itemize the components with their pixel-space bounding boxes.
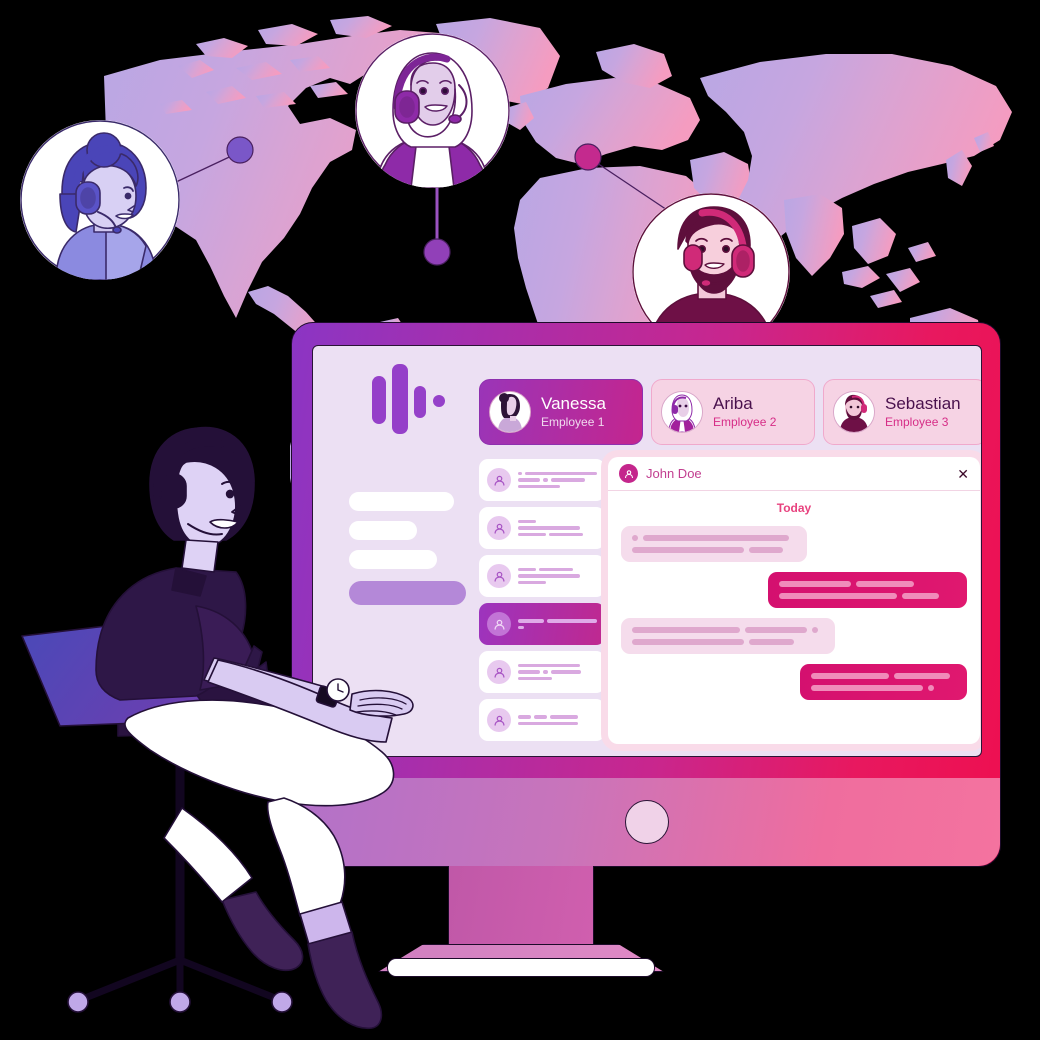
pin-asia[interactable] [574,143,602,171]
woman-hijab-avatar [661,391,703,433]
employee-name: Ariba [713,394,753,413]
agent-avatar-center[interactable] [355,33,510,188]
agent-avatar-left[interactable] [20,120,180,280]
close-icon[interactable]: ✕ [957,467,969,481]
employee-name: Sebastian [885,394,961,413]
chat-message-incoming [621,526,807,562]
chat-date-divider: Today [776,501,812,515]
pin-north-america[interactable] [226,136,254,164]
user-circle-icon [619,464,638,483]
chat-message-outgoing [800,664,967,700]
seated-call-center-agent [21,426,414,1029]
employee-role: Employee 3 [885,415,949,429]
bearded-man-avatar [833,391,875,433]
chat-message-list: Today [608,491,980,744]
employee-role: Employee 2 [713,415,777,429]
employee-tab-sebastian[interactable]: Sebastian Employee 3 [823,379,981,445]
employee-tab-ariba[interactable]: Ariba Employee 2 [651,379,815,445]
illustration-scene: Vanessa Employee 1 Ariba Employee 2 Seba… [0,0,1040,1040]
employee-role: Employee 1 [541,415,605,429]
employee-name: Vanessa [541,394,606,413]
pin-africa[interactable] [423,238,451,266]
chat-panel: John Doe ✕ Today [608,457,980,744]
chat-contact-name: John Doe [646,466,702,481]
chat-header: John Doe ✕ [608,457,980,491]
chat-message-incoming [621,618,835,654]
monitor-logo-button[interactable] [625,800,669,844]
employee-tab-bar: Vanessa Employee 1 Ariba Employee 2 Seba… [479,379,981,445]
chat-message-outgoing [768,572,967,608]
